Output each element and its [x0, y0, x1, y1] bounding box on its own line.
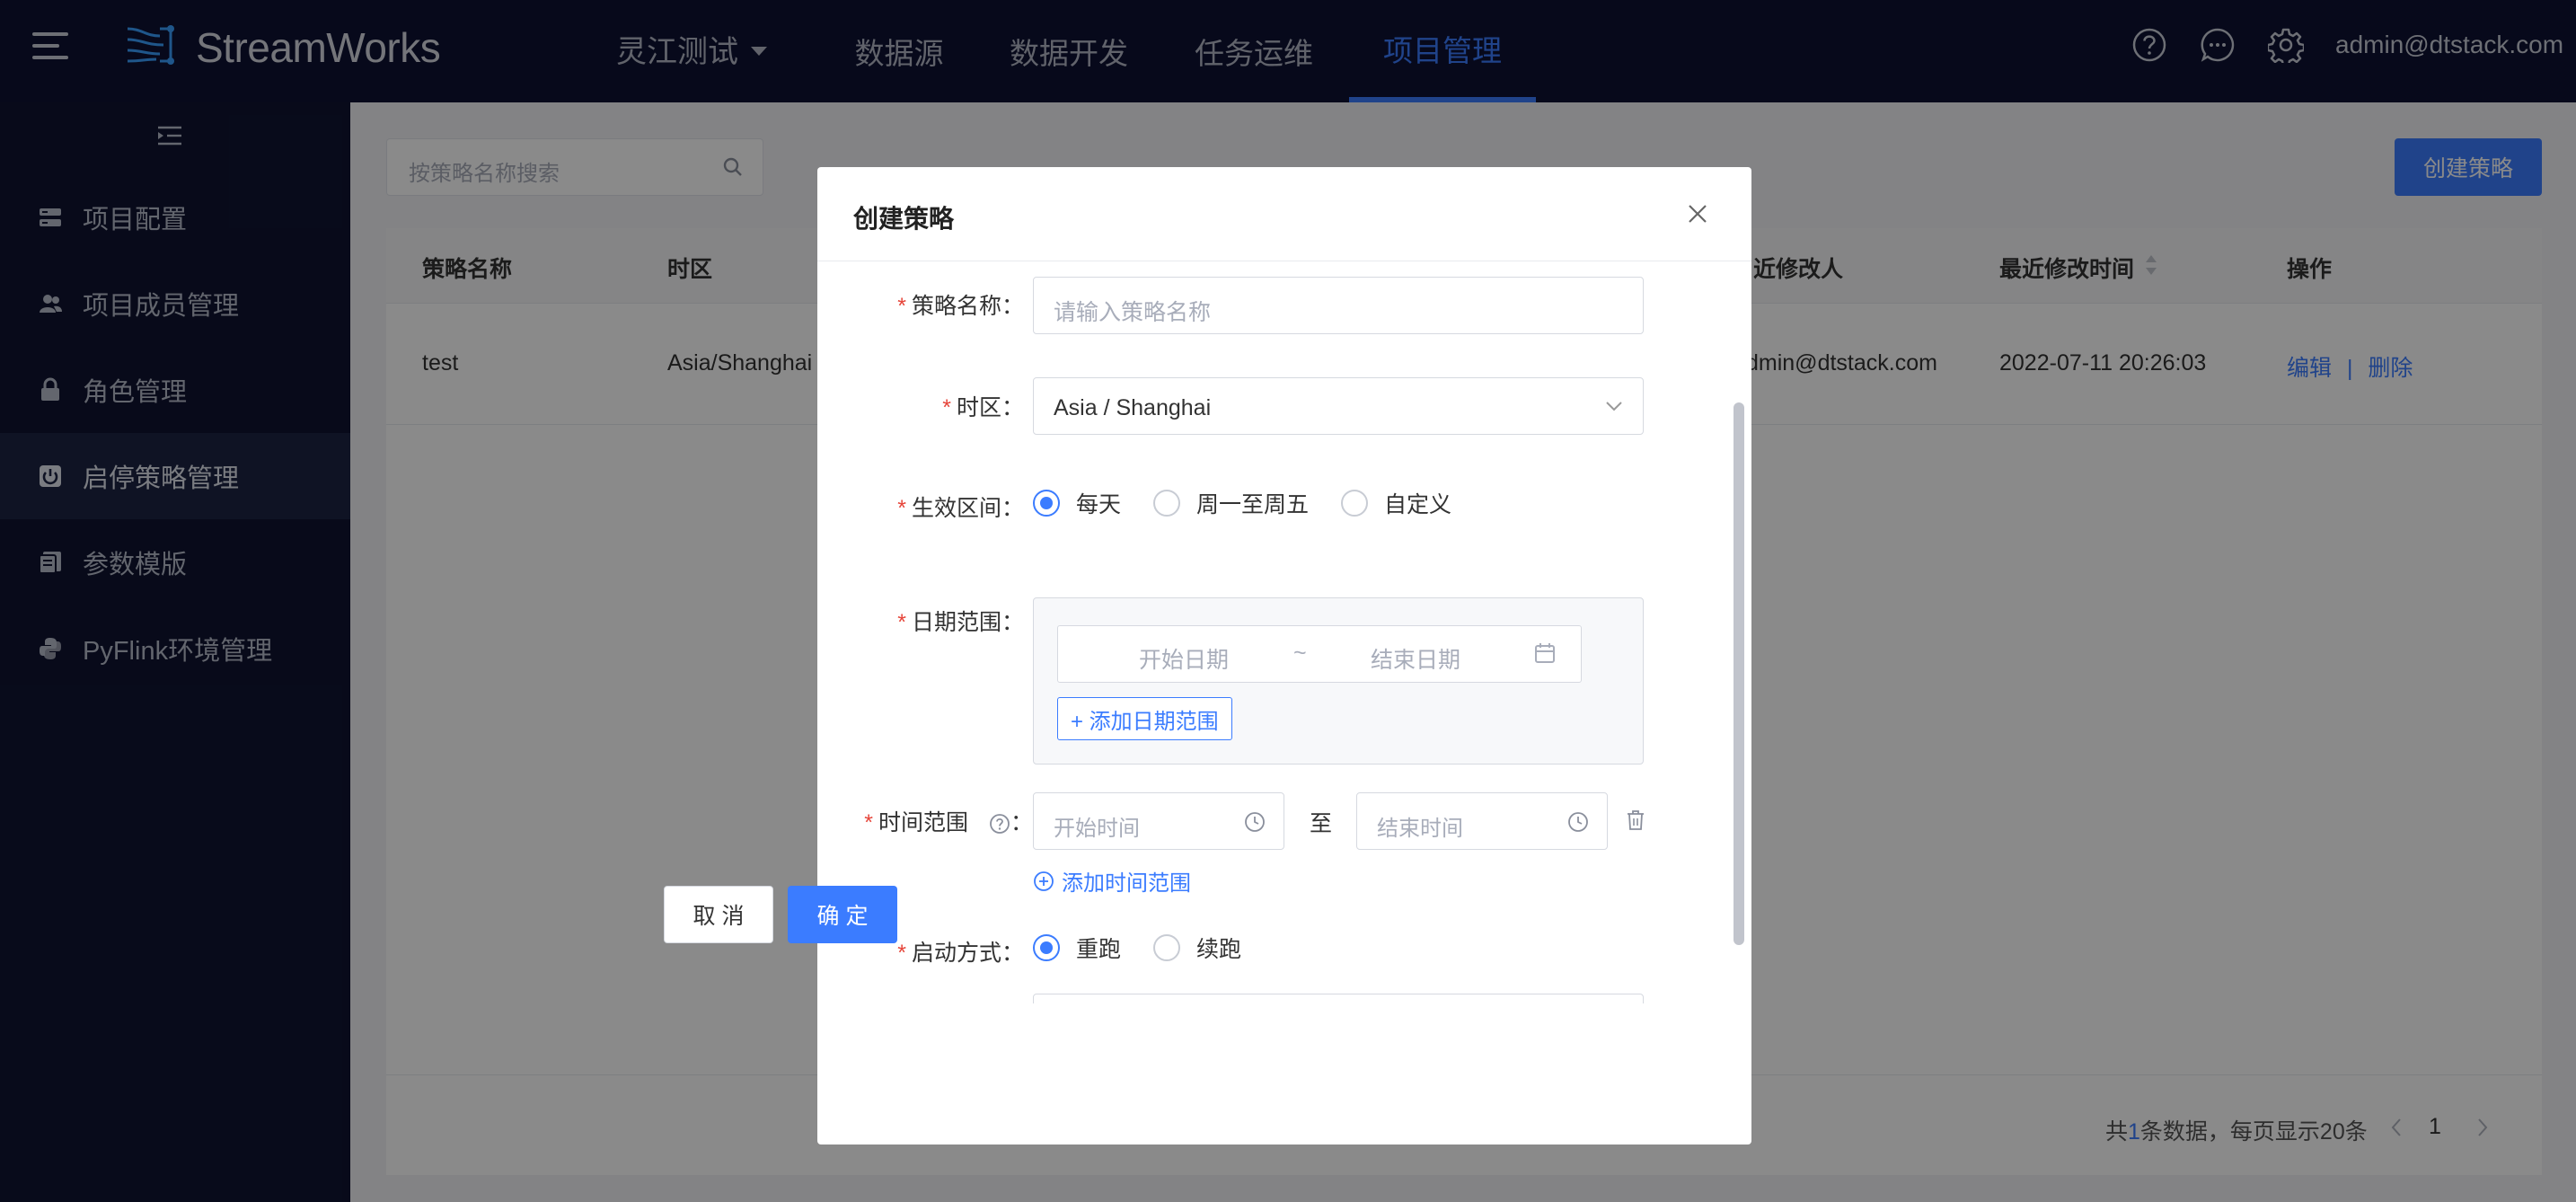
radio-label: 周一至周五: [1196, 492, 1310, 517]
dialog-footer: [817, 1003, 1751, 1145]
label-text: 时区: [956, 395, 1001, 420]
timezone-select[interactable]: Asia / Shanghai: [1033, 377, 1644, 435]
date-range-panel: 开始日期 ~ 结束日期 + 添加日期范围: [1033, 597, 1644, 765]
required-mark: *: [864, 810, 874, 835]
start-time-input[interactable]: 开始时间: [1033, 792, 1284, 850]
chevron-down-icon: [1606, 402, 1622, 411]
select-value: Asia / Shanghai: [1054, 395, 1212, 420]
timezone-label: * 时区：: [942, 395, 1024, 420]
date-range-label: * 日期范围：: [897, 610, 1024, 635]
radio-rerun[interactable]: 重跑: [1033, 932, 1121, 964]
period-radio-group: 每天 周一至周五 自定义: [1033, 487, 1484, 519]
label-text: 时间范围: [878, 810, 969, 835]
radio-unchecked-icon: [1341, 490, 1369, 517]
label-text: 策略名称: [911, 294, 1001, 319]
date-range-picker[interactable]: 开始日期 ~ 结束日期: [1057, 625, 1582, 683]
radio-resume[interactable]: 续跑: [1153, 932, 1241, 964]
end-time-input[interactable]: 结束时间: [1356, 792, 1608, 850]
delete-icon[interactable]: [1626, 809, 1645, 831]
dialog-header: 创建策略: [817, 167, 1751, 261]
required-mark: *: [897, 941, 906, 966]
label-text: 日期范围: [911, 610, 1001, 635]
radio-checked-icon: [1033, 490, 1060, 517]
input-placeholder: 开始时间: [1054, 817, 1140, 841]
dialog-scrollbar[interactable]: [1734, 402, 1744, 945]
policy-name-input[interactable]: 请输入策略名称: [1033, 277, 1644, 334]
add-date-range-button[interactable]: + 添加日期范围: [1057, 697, 1232, 740]
time-range-label: * 时间范围 ：: [864, 810, 1033, 835]
question-circle-icon[interactable]: [989, 813, 1010, 835]
required-mark: *: [897, 610, 906, 635]
label-text: 生效区间: [911, 496, 1001, 521]
confirm-button[interactable]: 确 定: [788, 886, 897, 943]
radio-unchecked-icon: [1153, 490, 1181, 517]
range-separator: ~: [1293, 641, 1307, 666]
period-label: * 生效区间：: [897, 496, 1024, 521]
add-time-label: 添加时间范围: [1062, 871, 1191, 896]
start-date-placeholder[interactable]: 开始日期: [1139, 642, 1229, 675]
input-placeholder: 请输入策略名称: [1054, 300, 1212, 325]
radio-custom[interactable]: 自定义: [1341, 487, 1451, 519]
clock-icon: [1245, 812, 1265, 832]
start-mode-radio-group: 重跑 续跑: [1033, 932, 1274, 964]
dialog-title: 创建策略: [853, 205, 955, 233]
create-policy-dialog: 创建策略 * 策略名称： 请输入策略名称 * 时区： Asia / Shanghai…: [817, 167, 1751, 1145]
close-icon[interactable]: [1687, 203, 1708, 225]
radio-label: 每天: [1076, 492, 1122, 517]
required-mark: *: [942, 395, 951, 420]
calendar-icon: [1535, 643, 1555, 663]
radio-daily[interactable]: 每天: [1033, 487, 1121, 519]
plus-circle-icon: [1034, 871, 1054, 891]
radio-label: 续跑: [1196, 937, 1242, 962]
radio-weekdays[interactable]: 周一至周五: [1153, 487, 1309, 519]
clock-icon: [1568, 812, 1588, 832]
required-mark: *: [897, 294, 906, 319]
cancel-button[interactable]: 取 消: [664, 886, 773, 943]
radio-label: 重跑: [1076, 937, 1122, 962]
next-field-input[interactable]: [1033, 994, 1644, 1003]
add-time-range-link[interactable]: 添加时间范围: [1033, 865, 1191, 897]
radio-label: 自定义: [1384, 492, 1452, 517]
radio-unchecked-icon: [1153, 934, 1181, 961]
dialog-body: * 策略名称： 请输入策略名称 * 时区： Asia / Shanghai * 生效区…: [817, 261, 1751, 1003]
input-placeholder: 结束时间: [1377, 817, 1463, 841]
radio-checked-icon: [1033, 934, 1060, 961]
start-mode-label: * 启动方式：: [897, 941, 1024, 966]
time-range-to: 至: [1310, 811, 1333, 836]
required-mark: *: [897, 496, 906, 521]
policy-name-label: * 策略名称：: [897, 294, 1024, 319]
label-text: 启动方式: [911, 941, 1001, 966]
end-date-placeholder[interactable]: 结束日期: [1371, 642, 1460, 675]
